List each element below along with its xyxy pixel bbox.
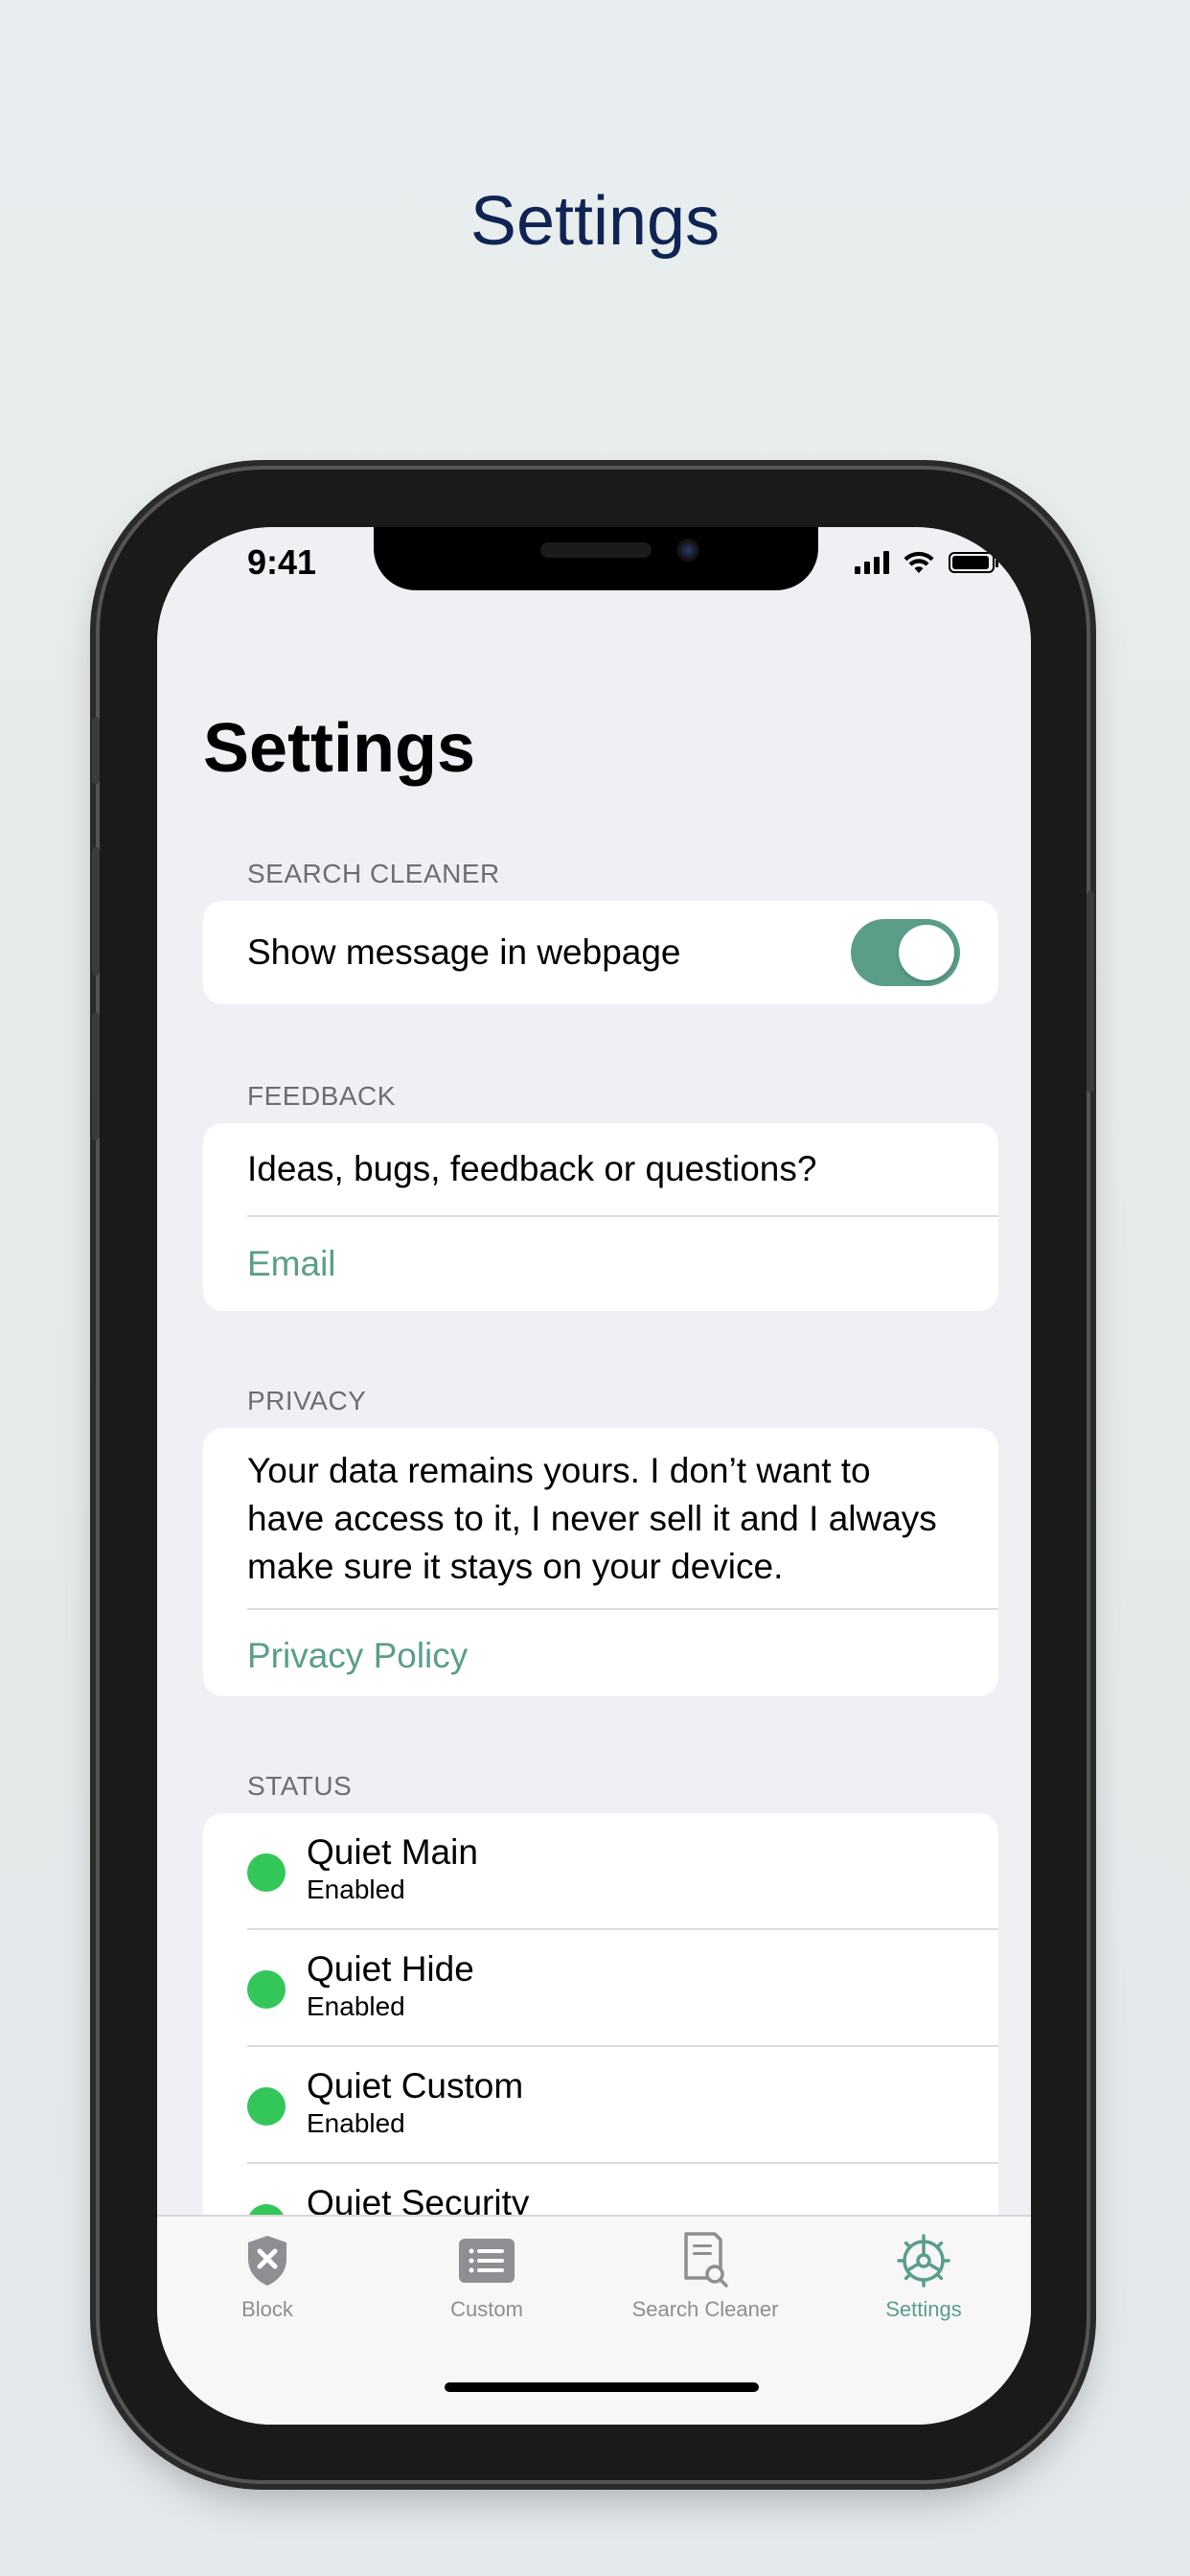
show-message-toggle[interactable] — [851, 919, 960, 986]
battery-icon — [949, 552, 998, 573]
wifi-icon — [904, 551, 934, 573]
status-state: Enabled — [307, 2108, 405, 2138]
status-indicator — [247, 1970, 286, 2009]
document-search-icon — [684, 2232, 728, 2288]
tab-search-cleaner[interactable]: Search Cleaner — [600, 2230, 811, 2322]
tab-label: Settings — [885, 2297, 962, 2321]
tab-label: Block — [241, 2297, 293, 2321]
phone-frame: 9:41 Settings SEARCH CLEANER Show messag… — [92, 470, 1094, 2480]
status-group: Quiet Main Enabled Quiet Hide Enabled Qu… — [203, 1813, 998, 2235]
toggle-knob — [899, 925, 954, 980]
feedback-prompt: Ideas, bugs, feedback or questions? — [247, 1149, 817, 1188]
list-icon — [459, 2239, 515, 2283]
shield-x-icon — [248, 2236, 286, 2286]
home-indicator — [445, 2382, 759, 2392]
status-state: Enabled — [307, 1991, 405, 2021]
email-link[interactable]: Email — [203, 1217, 998, 1311]
status-time: 9:41 — [247, 542, 317, 582]
camera-icon — [676, 539, 699, 562]
show-message-row: Show message in webpage — [203, 901, 998, 1004]
tab-block[interactable]: Block — [162, 2230, 373, 2322]
privacy-policy-link[interactable]: Privacy Policy — [203, 1610, 998, 1696]
status-state: Enabled — [307, 1874, 405, 1904]
notch — [374, 527, 818, 590]
status-indicator — [247, 1853, 286, 1892]
tab-custom[interactable]: Custom — [381, 2230, 592, 2322]
status-name: Quiet Main — [307, 1832, 478, 1872]
section-header-status: STATUS — [247, 1771, 353, 1801]
status-row-quiet-hide: Quiet Hide Enabled — [203, 1930, 998, 2045]
feedback-group: Ideas, bugs, feedback or questions? Emai… — [203, 1123, 998, 1311]
tab-label: Custom — [450, 2297, 523, 2321]
tab-settings[interactable]: Settings — [818, 2230, 1029, 2322]
screen: 9:41 Settings SEARCH CLEANER Show messag… — [157, 527, 1031, 2425]
search-cleaner-group: Show message in webpage — [203, 901, 998, 1004]
status-row-quiet-main: Quiet Main Enabled — [203, 1813, 998, 1928]
section-header-search-cleaner: SEARCH CLEANER — [247, 859, 500, 888]
tab-label: Search Cleaner — [631, 2297, 779, 2321]
status-icons — [855, 550, 998, 575]
promo-title: Settings — [469, 183, 721, 260]
speaker — [540, 542, 652, 558]
status-row-quiet-custom: Quiet Custom Enabled — [203, 2047, 998, 2162]
privacy-text: Your data remains yours. I don’t want to… — [247, 1451, 937, 1586]
volume-down-button — [92, 1012, 100, 1140]
tab-bar: Block Custom Search Cleaner Settings — [157, 2215, 1031, 2425]
mute-switch — [92, 717, 100, 784]
status-name: Quiet Custom — [307, 2066, 524, 2105]
show-message-label: Show message in webpage — [247, 932, 681, 972]
section-header-feedback: FEEDBACK — [247, 1081, 396, 1111]
status-indicator — [247, 2087, 286, 2126]
feedback-prompt-row: Ideas, bugs, feedback or questions? — [203, 1123, 998, 1215]
cellular-signal-icon — [855, 551, 889, 574]
section-header-privacy: PRIVACY — [247, 1386, 367, 1415]
gear-icon — [897, 2234, 950, 2288]
privacy-group: Your data remains yours. I don’t want to… — [203, 1428, 998, 1696]
volume-up-button — [92, 847, 100, 976]
power-button — [1087, 891, 1094, 1092]
page-title: Settings — [203, 710, 476, 787]
status-name: Quiet Hide — [307, 1949, 474, 1989]
